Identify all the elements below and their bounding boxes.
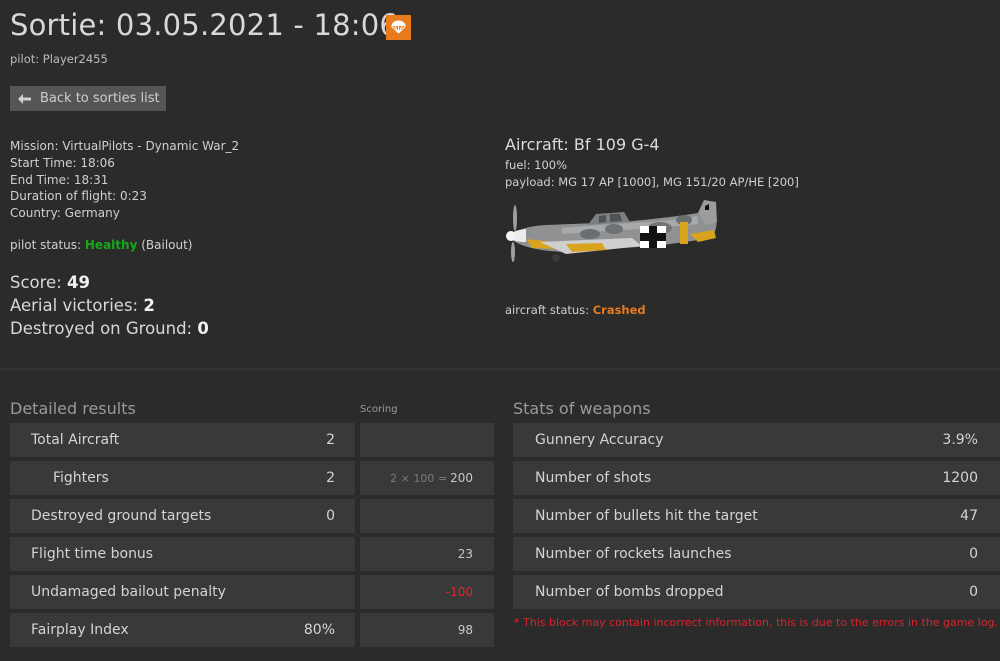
detailed-row-label: Fairplay Index	[31, 622, 129, 638]
weapon-stat-row: Number of bullets hit the target 47	[513, 499, 1000, 533]
score-value: 200	[450, 471, 473, 485]
detailed-row-value: 2	[326, 432, 335, 448]
destroyed-on-ground-line: Destroyed on Ground: 0	[10, 319, 209, 338]
detailed-row-score: 98	[360, 613, 494, 647]
detailed-row-value: 80%	[303, 622, 335, 638]
detailed-row-label: Total Aircraft	[31, 432, 120, 448]
weapon-stat-label: Number of rockets launches	[535, 546, 732, 562]
weapon-stat-value: 47	[960, 508, 978, 524]
score-label: Score:	[10, 273, 62, 292]
detailed-row-score: -100	[360, 575, 494, 609]
aerial-victories-line: Aerial victories: 2	[10, 296, 155, 315]
aerial-victories-label: Aerial victories:	[10, 296, 139, 315]
detailed-row-value: 2	[326, 470, 335, 486]
detailed-row-score	[360, 423, 494, 457]
country: Country: Germany	[10, 206, 120, 220]
weapon-stat-row: Number of bombs dropped 0	[513, 575, 1000, 609]
detailed-row: Flight time bonus	[10, 537, 355, 571]
start-time: Start Time: 18:06	[10, 156, 115, 170]
detailed-row-label: Fighters	[53, 470, 109, 486]
aircraft-image	[502, 198, 724, 266]
detailed-row-score: 23	[360, 537, 494, 571]
detailed-row-label: Destroyed ground targets	[31, 508, 212, 524]
back-to-sorties-button[interactable]: Back to sorties list	[10, 86, 166, 111]
weapon-stat-label: Number of shots	[535, 470, 652, 486]
scoring-heading: Scoring	[360, 404, 398, 415]
weapon-stat-value: 0	[969, 546, 978, 562]
detailed-row-score	[360, 499, 494, 533]
aircraft-fuel: fuel: 100%	[505, 158, 568, 172]
weapon-stat-row: Gunnery Accuracy 3.9%	[513, 423, 1000, 457]
score-value: 23	[457, 547, 473, 561]
flight-duration: Duration of flight: 0:23	[10, 189, 147, 203]
weapon-stat-value: 0	[969, 584, 978, 600]
detailed-results-heading: Detailed results	[10, 399, 136, 418]
pilot-status-label: pilot status:	[10, 238, 82, 252]
aircraft-title: Aircraft: Bf 109 G-4	[505, 135, 660, 154]
mission-name: Mission: VirtualPilots - Dynamic War_2	[10, 139, 240, 153]
detailed-row: Destroyed ground targets 0	[10, 499, 355, 533]
score-formula: 2 × 100 =	[390, 471, 448, 485]
weapons-stats-heading: Stats of weapons	[513, 399, 651, 418]
score-value: 98	[457, 623, 473, 637]
arrow-left-icon	[18, 93, 31, 104]
detailed-row: Total Aircraft 2	[10, 423, 355, 457]
section-divider	[0, 368, 1000, 370]
weapon-stat-label: Number of bullets hit the target	[535, 508, 758, 524]
score-line: Score: 49	[10, 273, 90, 292]
aircraft-payload: payload: MG 17 AP [1000], MG 151/20 AP/H…	[505, 175, 799, 189]
pilot-status-value: Healthy	[84, 238, 138, 252]
weapon-stat-label: Gunnery Accuracy	[535, 432, 664, 448]
weapon-stat-value: 3.9%	[942, 432, 978, 448]
detailed-row-label: Undamaged bailout penalty	[31, 584, 226, 600]
detailed-row: Fighters 2	[10, 461, 355, 495]
score-value: -100	[445, 585, 473, 599]
destroyed-on-ground-label: Destroyed on Ground:	[10, 319, 193, 338]
aircraft-status: aircraft status: Crashed	[505, 302, 646, 319]
weapon-stat-row: Number of rockets launches 0	[513, 537, 1000, 571]
detailed-row: Undamaged bailout penalty	[10, 575, 355, 609]
aircraft-status-value: Crashed	[592, 303, 646, 317]
end-time: End Time: 18:31	[10, 173, 109, 187]
pilot-status-extra: (Bailout)	[141, 238, 193, 252]
weapon-stat-label: Number of bombs dropped	[535, 584, 724, 600]
back-button-label: Back to sorties list	[40, 91, 160, 106]
page-title: Sortie: 03.05.2021 - 18:06	[10, 8, 399, 42]
detailed-row-value: 0	[326, 508, 335, 524]
detailed-row-score: 2 × 100 = 200	[360, 461, 494, 495]
aircraft-status-label: aircraft status:	[505, 303, 590, 317]
weapons-disclaimer-note: * This block may contain incorrect infor…	[514, 616, 999, 629]
score-value: 49	[67, 273, 90, 292]
weapon-stat-value: 1200	[942, 470, 978, 486]
pilot-status: pilot status: Healthy (Bailout)	[10, 237, 193, 254]
aerial-victories-value: 2	[143, 296, 155, 315]
detailed-row: Fairplay Index 80%	[10, 613, 355, 647]
detailed-row-label: Flight time bonus	[31, 546, 154, 562]
pilot-name: pilot: Player2455	[10, 52, 108, 66]
destroyed-on-ground-value: 0	[197, 319, 209, 338]
weapon-stat-row: Number of shots 1200	[513, 461, 1000, 495]
parachute-icon	[386, 15, 411, 40]
